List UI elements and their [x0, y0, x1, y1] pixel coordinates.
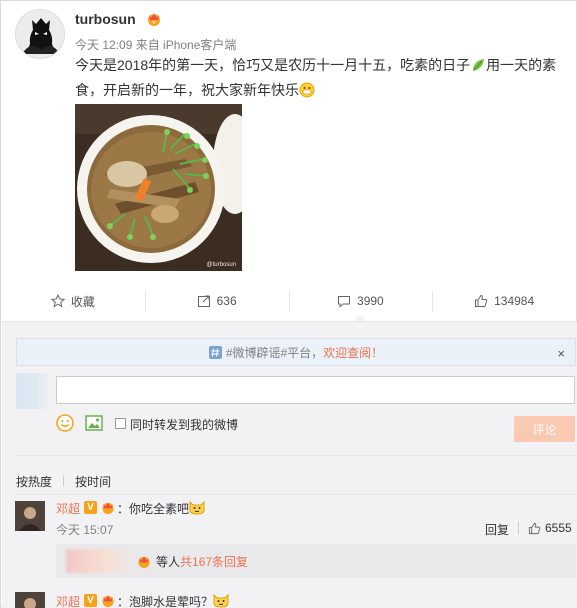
hashtag-icon [208, 345, 222, 359]
post-meta: 今天 12:09 来自 iPhone客户端 [75, 38, 237, 52]
comment-like-button[interactable]: 6555 [528, 521, 572, 535]
photo-watermark: @turbosun [206, 262, 236, 268]
sort-tabs: 按热度 | 按时间 [16, 473, 111, 490]
notice-hashtag-text[interactable]: #微博辟谣#平台， [226, 344, 323, 361]
like-count: 134984 [494, 294, 535, 308]
current-user-avatar [16, 373, 52, 409]
sub-replies-box[interactable]: 等人 共167条回复 [56, 544, 576, 578]
like-icon [528, 522, 541, 534]
comment-text: ：你吃全素吧 [117, 502, 190, 516]
repost-button[interactable]: 636 [144, 287, 289, 315]
like-icon [475, 294, 488, 307]
image-upload-icon[interactable] [85, 415, 103, 431]
repost-checkbox[interactable] [115, 418, 126, 429]
vip-crown-icon [138, 556, 150, 568]
post-text: 今天是2018年的第一天，恰巧又是农历十一月十五，吃素的日子 用一天的素食，开启新… [75, 53, 565, 103]
star-icon [50, 294, 65, 308]
sub-replies-prefix: 等人 [156, 554, 181, 569]
like-button[interactable]: 134984 [432, 287, 576, 315]
cat-emoji-icon [189, 500, 205, 515]
commenter-avatar[interactable] [15, 501, 45, 531]
vip-crown-icon[interactable]: v [146, 12, 162, 26]
reply-button[interactable]: 回复 [485, 521, 509, 538]
post-photo[interactable]: @turbosun [75, 104, 242, 271]
rumor-notice-banner: #微博辟谣#平台， 欢迎查阅！ × [16, 338, 576, 366]
sort-separator: | [62, 473, 66, 487]
verified-v-icon: V [84, 594, 97, 607]
weibo-post-card: turbosun v 今天 12:09 来自 iPhone客户端 今天是2018… [0, 0, 577, 608]
vip-crown-icon [102, 595, 114, 607]
comment-button[interactable]: 3990 [288, 287, 433, 321]
commenter-avatar[interactable] [15, 592, 45, 608]
user-avatar[interactable] [15, 9, 65, 59]
notice-link[interactable]: 欢迎查阅！ [323, 344, 383, 361]
divider [518, 522, 519, 534]
sort-by-time-tab[interactable]: 按时间 [75, 473, 111, 490]
green-leaf-emoji-icon [473, 59, 485, 71]
divider [16, 494, 576, 495]
grin-emoji-icon [299, 82, 315, 98]
cat-emoji-icon [213, 593, 229, 608]
post-username[interactable]: turbosun [75, 11, 136, 27]
verified-v-icon: V [84, 501, 97, 514]
post-text-part-1: 今天是2018年的第一天，恰巧又是农历十一月十五，吃素的日子 [75, 57, 471, 73]
sub-replies-count[interactable]: 共167条回复 [180, 553, 248, 570]
comment-count: 3990 [357, 294, 384, 308]
close-icon[interactable]: × [557, 346, 565, 361]
favorite-button[interactable]: 收藏 [1, 287, 145, 315]
repost-count: 636 [216, 294, 237, 308]
sort-by-hot-tab[interactable]: 按热度 [16, 473, 52, 490]
emoji-picker-icon[interactable] [56, 414, 74, 432]
favorite-label: 收藏 [70, 294, 95, 309]
comment-section: #微博辟谣#平台， 欢迎查阅！ × 同时转发到我的微博 评论 按热度 | 按时间… [2, 321, 577, 608]
comment-icon [338, 296, 351, 308]
svg-text:v: v [152, 19, 156, 26]
sub-reply-avatars [66, 549, 136, 573]
comment-text: ：泡脚水是荤吗？ [117, 595, 214, 608]
repost-checkbox-label[interactable]: 同时转发到我的微博 [130, 416, 238, 433]
submit-comment-button[interactable]: 评论 [514, 416, 575, 442]
repost-icon [197, 295, 210, 307]
comment-input[interactable] [56, 376, 575, 404]
comment-like-count: 6555 [545, 521, 572, 535]
commenter-name[interactable]: 邓超 [56, 593, 80, 608]
divider [16, 455, 576, 456]
action-bar: 收藏 636 3990 134984 [1, 287, 576, 321]
vip-crown-icon [102, 502, 114, 514]
comment-time: 今天 15:07 [56, 523, 114, 537]
commenter-name[interactable]: 邓超 [56, 500, 80, 517]
